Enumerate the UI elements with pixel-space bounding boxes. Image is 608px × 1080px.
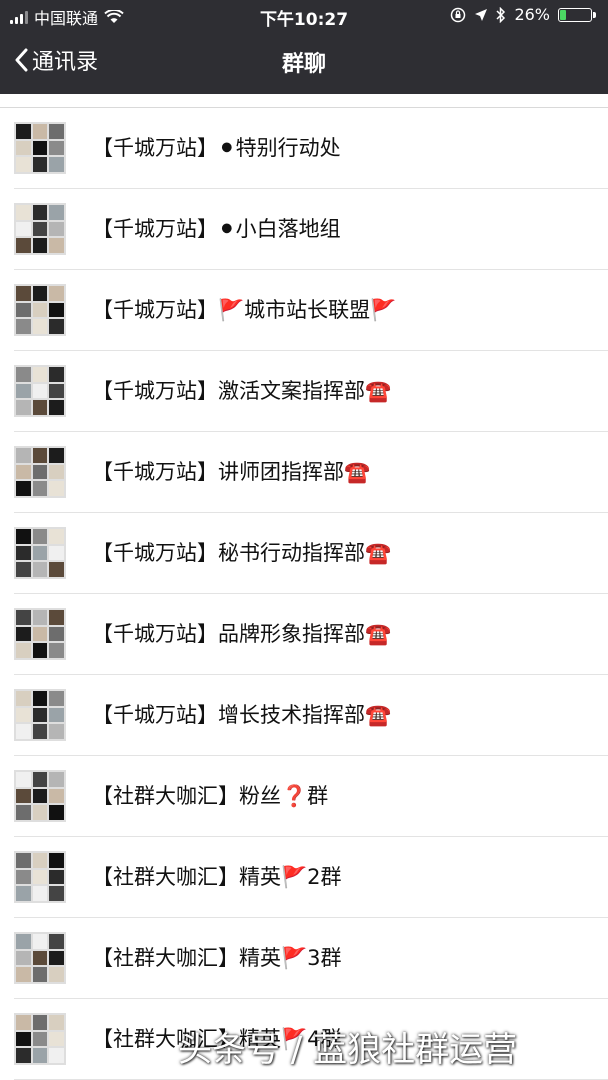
- group-chat-list[interactable]: 【千城万站】⚫特别行动处 【千城万站】⚫小白落地组【千城万站】🚩城市站长联盟🚩 【千…: [0, 94, 608, 1080]
- group-row[interactable]: 【社群大咖汇】精英🚩2群: [14, 837, 608, 918]
- battery-percent: 26%: [514, 5, 550, 24]
- group-avatar: [14, 365, 66, 417]
- group-row[interactable]: 【千城万站】讲师团指挥部☎️: [14, 432, 608, 513]
- nav-bar: 通讯录 群聊: [0, 30, 608, 94]
- group-avatar: [14, 689, 66, 741]
- group-name: 【千城万站】增长技术指挥部☎️: [92, 703, 392, 727]
- group-name: 【千城万站】⚫特别行动处: [92, 136, 341, 160]
- watermark: 头条号 / 蓝狼社群运营: [178, 1030, 518, 1070]
- group-name: 【社群大咖汇】精英🚩2群: [92, 865, 342, 889]
- group-avatar: [14, 122, 66, 174]
- group-row[interactable]: 【千城万站】秘书行动指挥部☎️: [14, 513, 608, 594]
- group-avatar: [14, 851, 66, 903]
- group-avatar: [14, 932, 66, 984]
- group-name: 【社群大咖汇】粉丝❓群: [92, 784, 329, 808]
- group-row[interactable]: 【千城万站】增长技术指挥部☎️: [14, 675, 608, 756]
- group-row[interactable]: 【千城万站】品牌形象指挥部☎️: [14, 594, 608, 675]
- group-row[interactable]: 【千城万站】⚫特别行动处: [14, 108, 608, 189]
- battery-icon: [558, 7, 592, 22]
- group-name: 【千城万站】品牌形象指挥部☎️: [92, 622, 392, 646]
- group-avatar: [14, 203, 66, 255]
- group-row[interactable]: 【千城万站】🚩城市站长联盟🚩: [14, 270, 608, 351]
- group-name: 【千城万站】🚩城市站长联盟🚩: [92, 298, 397, 322]
- battery-cap: [593, 11, 596, 18]
- group-avatar: [14, 770, 66, 822]
- group-name: 【社群大咖汇】精英🚩3群: [92, 946, 342, 970]
- group-name: 【千城万站】⚫小白落地组: [92, 217, 341, 241]
- group-avatar: [14, 527, 66, 579]
- group-avatar: [14, 446, 66, 498]
- battery-level: [560, 9, 567, 20]
- group-avatar: [14, 284, 66, 336]
- group-avatar: [14, 1013, 66, 1065]
- status-right: 26%: [450, 5, 596, 24]
- page-title: 群聊: [281, 52, 326, 77]
- group-row[interactable]: 【千城万站】⚫小白落地组: [14, 189, 608, 270]
- bluetooth-icon: [496, 6, 506, 23]
- group-avatar: [14, 608, 66, 660]
- location-icon: [475, 8, 488, 21]
- list-top-divider: [0, 94, 608, 108]
- group-row[interactable]: 【社群大咖汇】精英🚩3群: [14, 918, 608, 999]
- group-name: 【千城万站】秘书行动指挥部☎️: [92, 541, 392, 565]
- group-name: 【千城万站】讲师团指挥部☎️: [92, 460, 371, 484]
- status-bar: 中国联通 下午10:27 26%: [0, 0, 608, 30]
- orientation-lock-icon: [451, 7, 466, 22]
- group-row[interactable]: 【千城万站】激活文案指挥部☎️: [14, 351, 608, 432]
- group-row[interactable]: 【社群大咖汇】粉丝❓群: [14, 756, 608, 837]
- group-name: 【千城万站】激活文案指挥部☎️: [92, 379, 392, 403]
